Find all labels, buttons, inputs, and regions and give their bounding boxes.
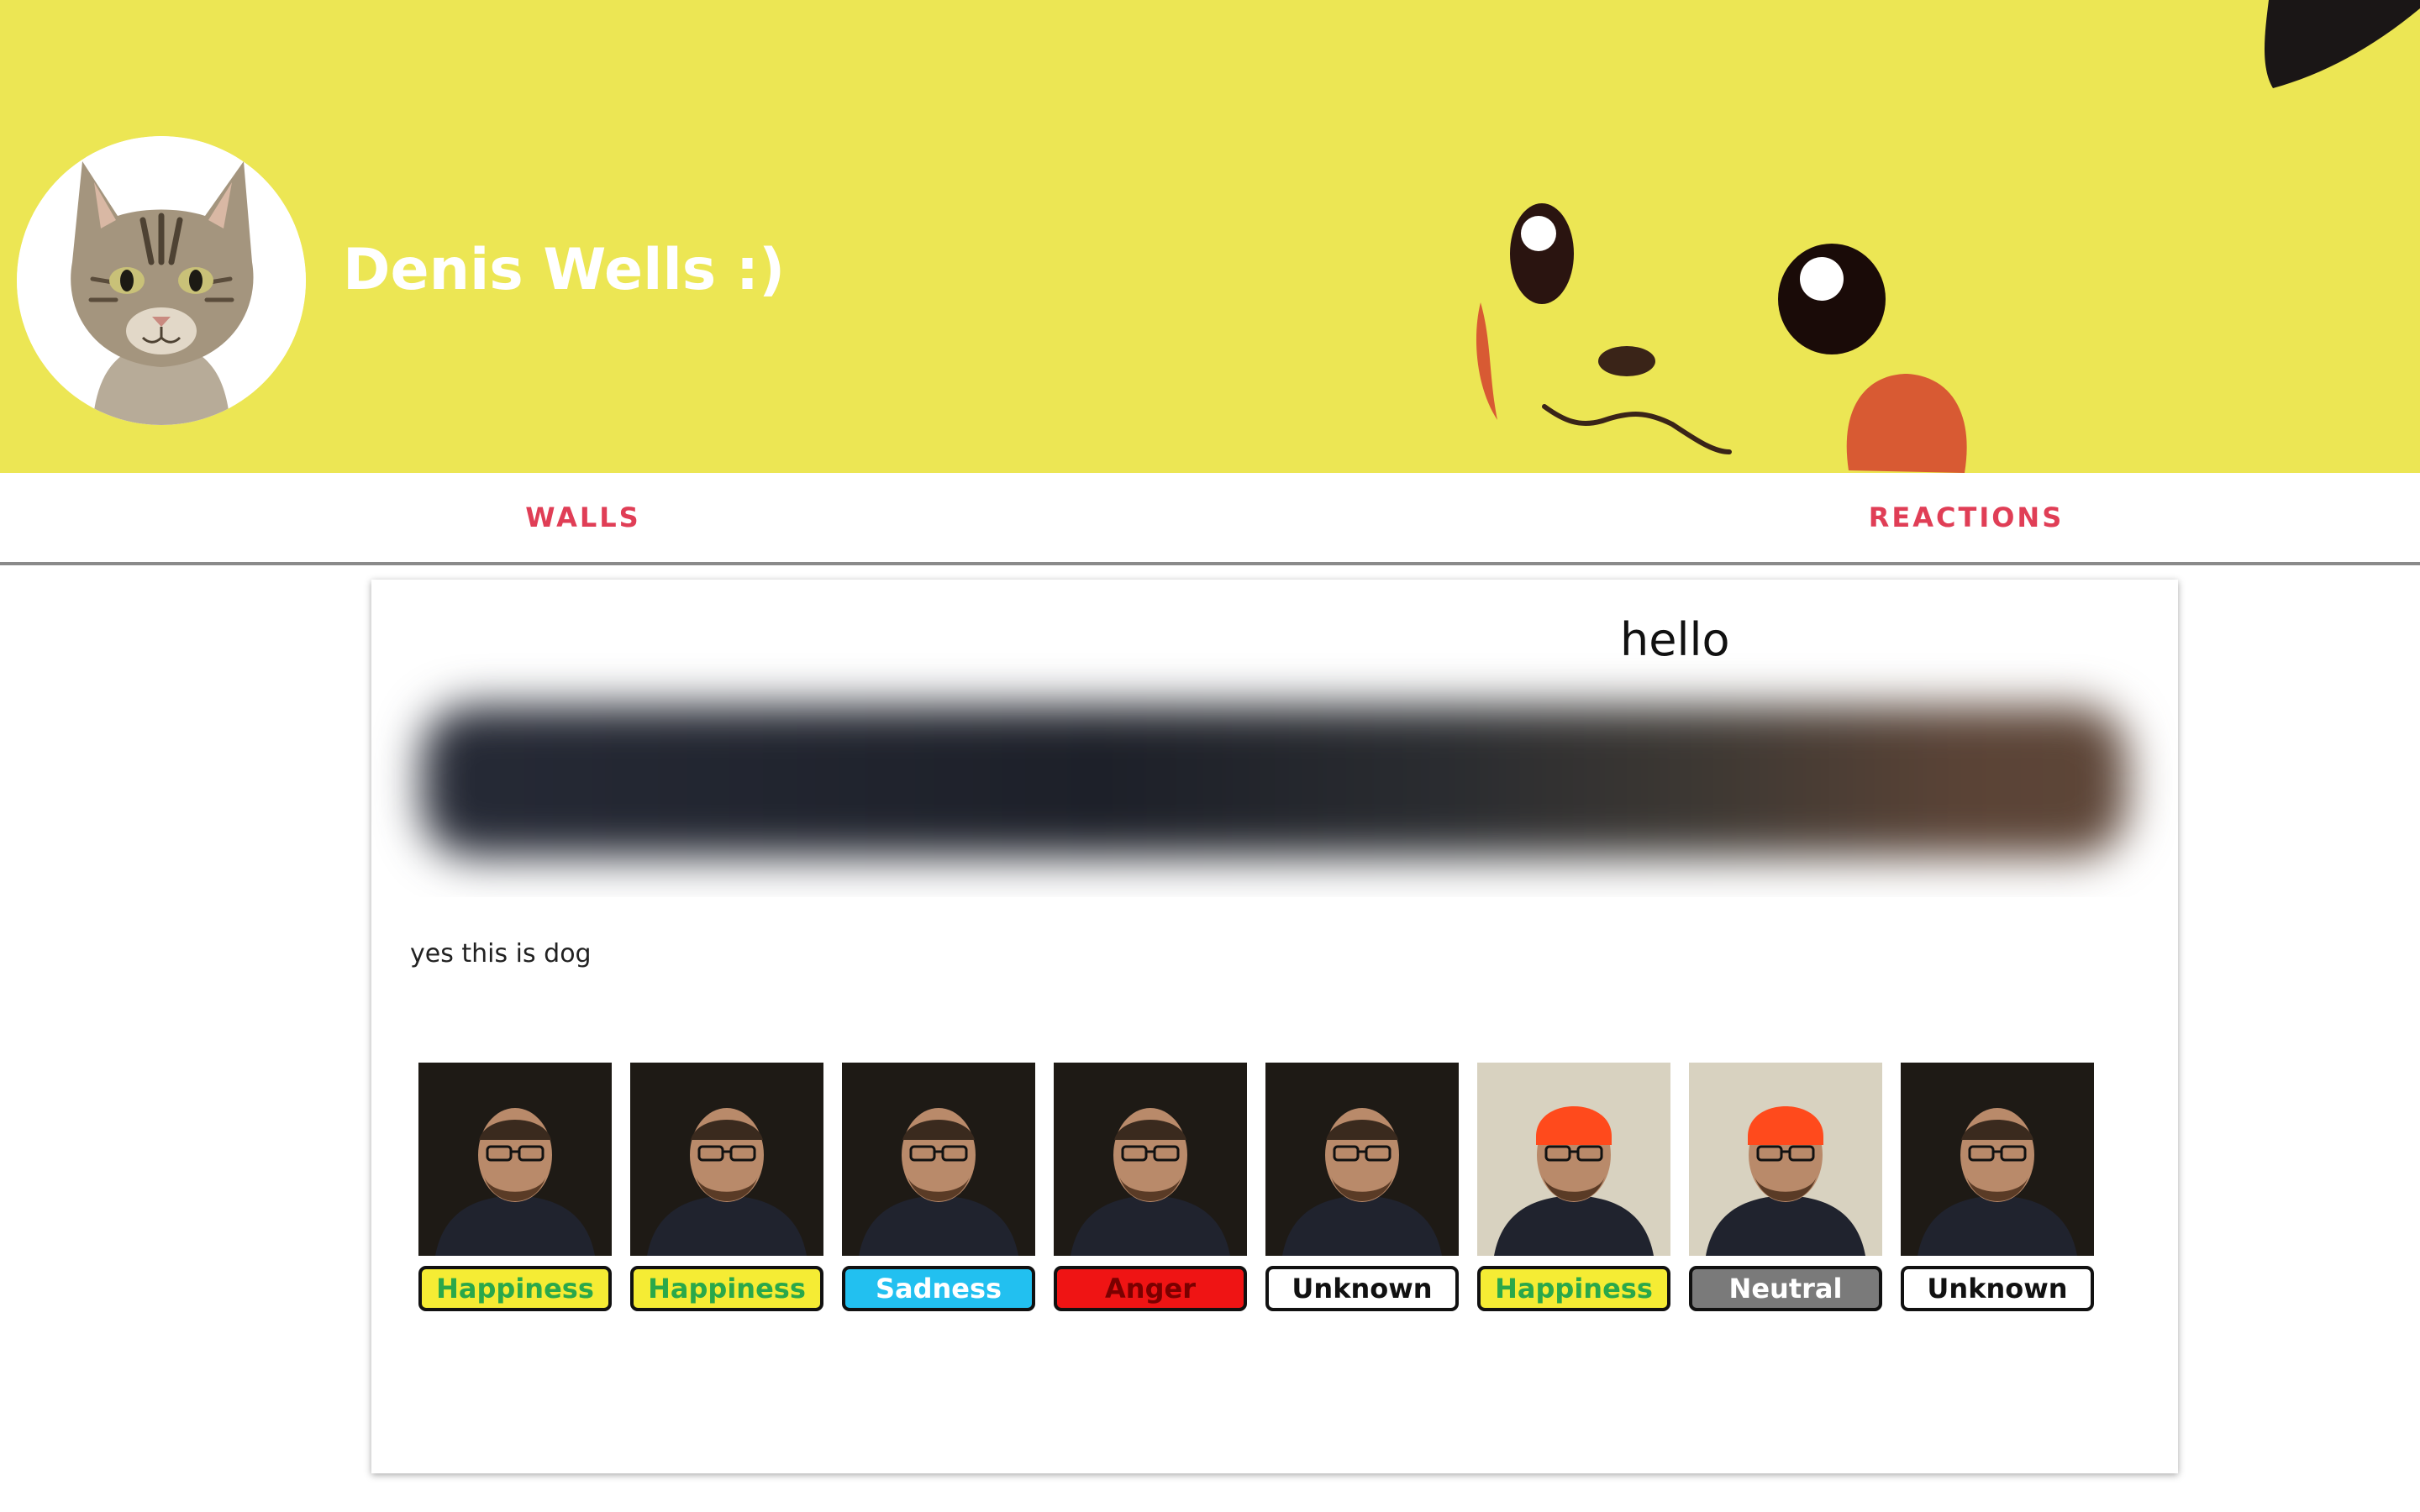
profile-banner: Denis Wells :) [0, 0, 2420, 473]
emotion-badge: Unknown [1265, 1266, 1459, 1311]
post-title: hello [1620, 613, 1730, 666]
reaction-item[interactable]: Neutral [1689, 1063, 1882, 1311]
reaction-item[interactable]: Unknown [1901, 1063, 2094, 1311]
reaction-item[interactable]: Anger [1054, 1063, 1247, 1311]
reaction-photo[interactable] [630, 1063, 823, 1256]
avatar[interactable] [17, 136, 306, 425]
blurred-photo [422, 706, 2128, 857]
post-image: hello [371, 580, 2178, 897]
emotion-badge: Happiness [418, 1266, 612, 1311]
reaction-item[interactable]: Happiness [418, 1063, 612, 1311]
reaction-item[interactable]: Unknown [1265, 1063, 1459, 1311]
reaction-photo[interactable] [1901, 1063, 2094, 1256]
tab-reactions[interactable]: REACTIONS [756, 473, 2420, 562]
reaction-photo[interactable] [842, 1063, 1035, 1256]
reaction-item[interactable]: Sadness [842, 1063, 1035, 1311]
reaction-photo[interactable] [1477, 1063, 1670, 1256]
emotion-badge: Anger [1054, 1266, 1247, 1311]
emotion-badge: Happiness [1477, 1266, 1670, 1311]
cat-avatar-icon [17, 136, 306, 425]
reaction-photo[interactable] [1265, 1063, 1459, 1256]
post-body: yes this is dog [410, 939, 592, 969]
reaction-photo[interactable] [1054, 1063, 1247, 1256]
profile-tabs: WALLS REACTIONS [0, 473, 2420, 565]
reaction-item[interactable]: Happiness [1477, 1063, 1670, 1311]
post-card: hello yes this is dog Happiness Happiness… [371, 580, 2178, 1473]
reaction-item[interactable]: Happiness [630, 1063, 823, 1311]
emotion-badge: Unknown [1901, 1266, 2094, 1311]
reaction-photo[interactable] [1689, 1063, 1882, 1256]
reaction-photo[interactable] [418, 1063, 612, 1256]
emotion-badge: Sadness [842, 1266, 1035, 1311]
emotion-badge: Neutral [1689, 1266, 1882, 1311]
emotion-badge: Happiness [630, 1266, 823, 1311]
reaction-list: Happiness Happiness Sadness Anger Unknown Hap… [418, 1063, 2094, 1311]
profile-name: Denis Wells :) [343, 237, 786, 303]
